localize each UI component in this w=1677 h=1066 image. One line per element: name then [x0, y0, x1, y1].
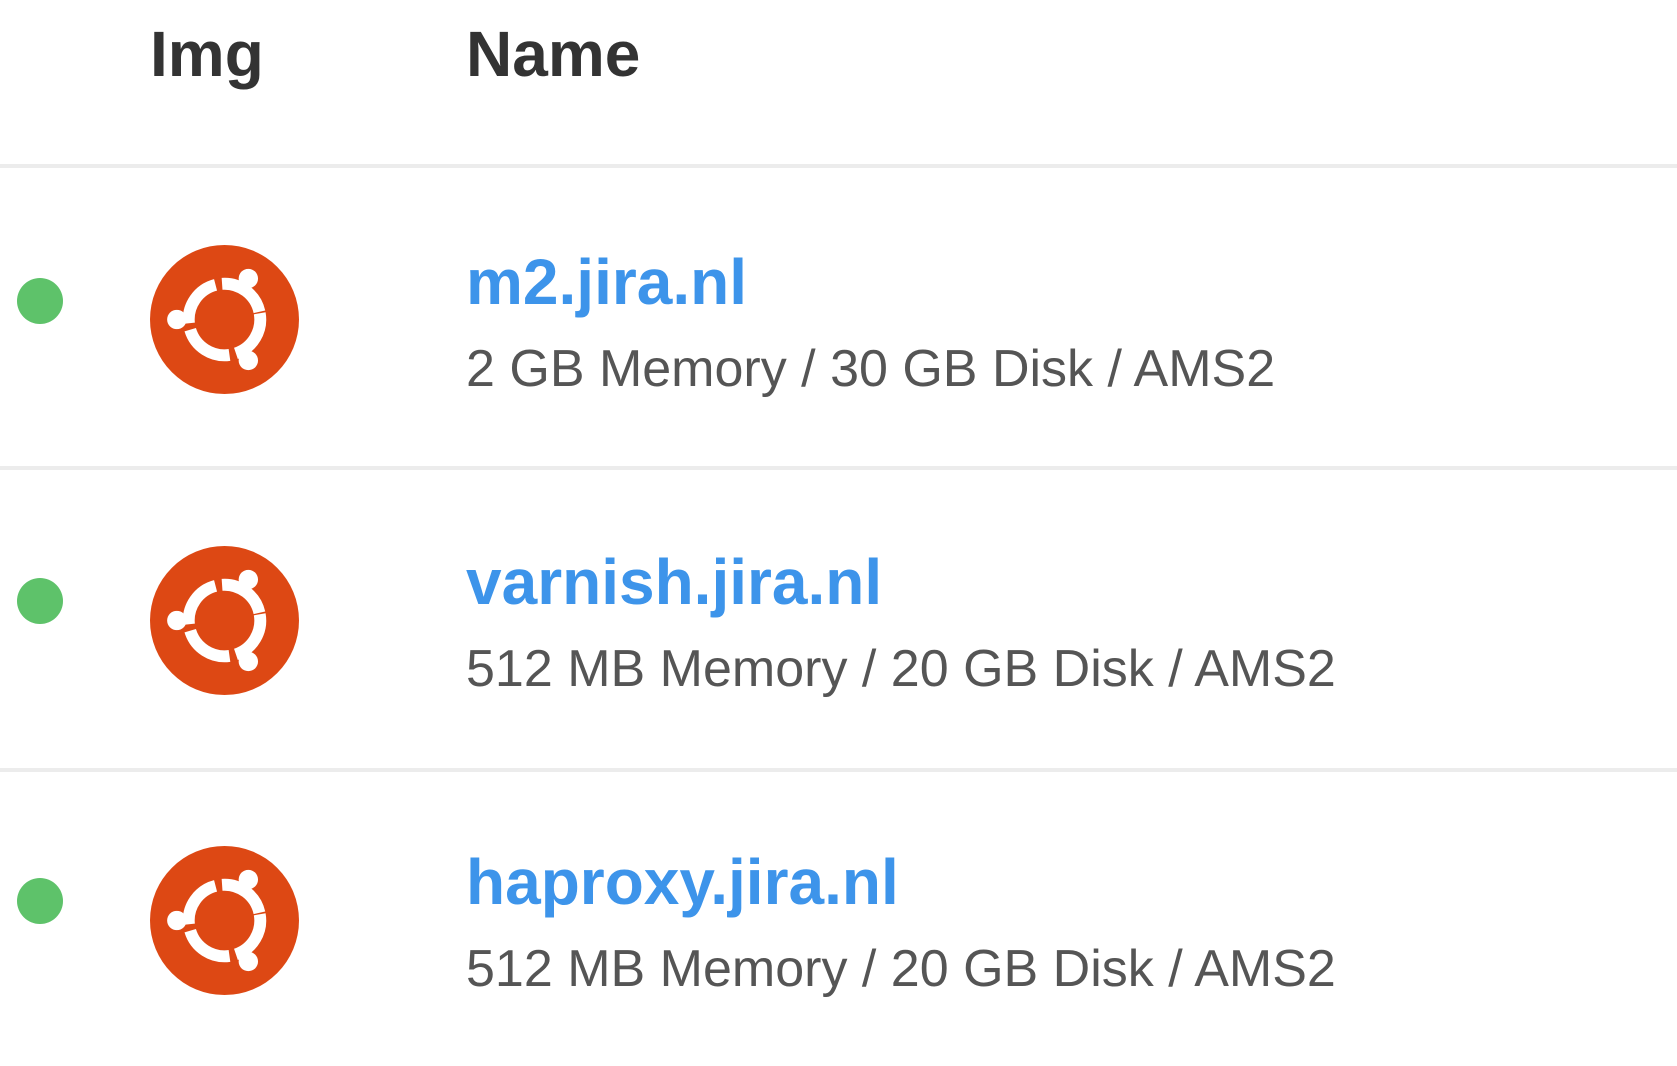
- droplet-name-link[interactable]: varnish.jira.nl: [466, 542, 882, 622]
- ubuntu-icon: [150, 846, 299, 995]
- column-header-name[interactable]: Name: [466, 14, 640, 94]
- column-header-img[interactable]: Img: [150, 14, 264, 94]
- droplet-table: Img Name m2.jira.nl 2 GB Memory / 30 GB …: [0, 0, 1677, 1066]
- ubuntu-icon: [150, 245, 299, 394]
- table-row: haproxy.jira.nl 512 MB Memory / 20 GB Di…: [0, 772, 1677, 1066]
- droplet-specs: 512 MB Memory / 20 GB Disk / AMS2: [466, 640, 1336, 698]
- droplet-specs: 512 MB Memory / 20 GB Disk / AMS2: [466, 940, 1336, 998]
- status-active-indicator: [17, 278, 63, 324]
- status-active-indicator: [17, 578, 63, 624]
- droplet-name-link[interactable]: m2.jira.nl: [466, 242, 747, 322]
- status-active-indicator: [17, 878, 63, 924]
- table-header: Img Name: [0, 0, 1677, 168]
- droplet-specs: 2 GB Memory / 30 GB Disk / AMS2: [466, 340, 1276, 398]
- ubuntu-icon: [150, 546, 299, 695]
- table-row: m2.jira.nl 2 GB Memory / 30 GB Disk / AM…: [0, 168, 1677, 470]
- droplet-name-link[interactable]: haproxy.jira.nl: [466, 842, 899, 922]
- table-row: varnish.jira.nl 512 MB Memory / 20 GB Di…: [0, 470, 1677, 772]
